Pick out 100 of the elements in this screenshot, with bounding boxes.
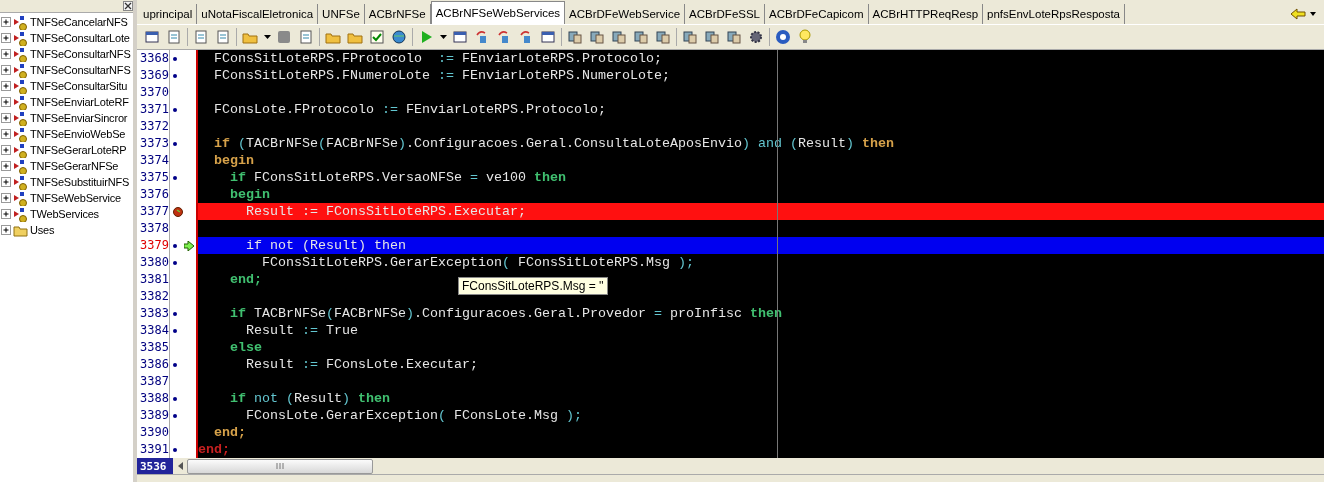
line-number: 3371 [137, 101, 170, 118]
breakpoint-dot[interactable] [173, 413, 177, 418]
globe-icon [391, 29, 407, 45]
toolbar-button[interactable] [747, 28, 765, 46]
line-number: 3374 [137, 152, 170, 169]
list-icon [298, 29, 314, 45]
tree-item[interactable]: TNFSeSubstituirNFS [0, 174, 133, 190]
line-number: 3391 [137, 441, 170, 458]
code-line: Result := True [245, 323, 358, 338]
code-line: end; [198, 442, 230, 457]
toolbar-button[interactable] [143, 28, 161, 46]
tree-item[interactable]: TNFSeConsultarNFS [0, 62, 133, 78]
tree-item[interactable]: TNFSeEnviarSincror [0, 110, 133, 126]
left-arrow-icon[interactable] [177, 462, 185, 470]
breakpoint-dot[interactable] [173, 107, 177, 112]
breakpoint-dot[interactable] [173, 311, 177, 316]
line-number: 3377 [137, 203, 170, 220]
class-icon [13, 46, 28, 62]
line-number: 3381 [137, 271, 170, 288]
class-icon [13, 30, 28, 46]
line-number: 3388 [137, 390, 170, 407]
arrow-icon [184, 240, 194, 251]
tree-item-label: TNFSeConsultarLote [30, 32, 130, 44]
expand-icon[interactable] [1, 225, 11, 235]
expand-icon[interactable] [1, 49, 11, 59]
class-icon [13, 110, 28, 126]
breakpoint-dot[interactable] [173, 243, 177, 248]
class-icon [13, 126, 28, 142]
line-number: 3372 [137, 118, 170, 135]
tree-item[interactable]: TNFSeGerarNFSe [0, 158, 133, 174]
scrollbar-thumb[interactable] [187, 458, 373, 474]
tree-item[interactable]: TNFSeGerarLoteRP [0, 142, 133, 158]
line-number: 3370 [137, 84, 170, 101]
tree-item[interactable]: TNFSeEnvioWebSe [0, 126, 133, 142]
tree-item[interactable]: TNFSeCancelarNFS [0, 14, 133, 30]
class-icon [13, 78, 28, 94]
close-button[interactable] [123, 1, 133, 11]
breakpoint-dot[interactable] [173, 328, 177, 333]
expand-icon[interactable] [1, 17, 11, 27]
code-editor[interactable] [137, 50, 1324, 458]
toolbar-button[interactable] [774, 28, 792, 46]
class-icon [13, 14, 28, 30]
line-number: 3368 [137, 50, 170, 67]
expand-icon[interactable] [1, 65, 11, 75]
expand-icon[interactable] [1, 161, 11, 171]
code-line: if FConsSitLoteRPS.VersaoNFSe = ve100 then [229, 170, 566, 185]
code-line: end; [229, 272, 262, 287]
breakpoint-dot[interactable] [173, 447, 177, 452]
tree-item-label: TNFSeSubstituirNFS [30, 176, 130, 188]
toolbar-button[interactable] [390, 28, 408, 46]
line-number: 3384 [137, 322, 170, 339]
line-number: 3378 [137, 220, 170, 237]
expand-icon[interactable] [1, 209, 11, 219]
expand-icon[interactable] [1, 33, 11, 43]
tree-item[interactable]: TWebServices [0, 206, 133, 222]
tree-item[interactable]: TNFSeConsultarSitu [0, 78, 133, 94]
line-number: 3369 [137, 67, 170, 84]
file-tab[interactable]: ACBrNFSeWebServices [430, 1, 566, 24]
expand-icon[interactable] [1, 193, 11, 203]
code-line: begin [229, 187, 270, 202]
lightbulb-icon [797, 29, 813, 45]
tree-item[interactable]: TNFSeConsultarLote [0, 30, 133, 46]
breakpoint-dot[interactable] [173, 175, 177, 180]
gutter-cell[interactable] [170, 50, 198, 67]
code-line: else [229, 340, 262, 355]
gutter-cell[interactable] [170, 441, 198, 458]
code-line: begin [213, 153, 254, 168]
tree-item[interactable]: TNFSeWebService [0, 190, 133, 206]
breakpoint-dot[interactable] [173, 396, 177, 401]
breakpoint-dot[interactable] [173, 141, 177, 146]
code-line: FConsSitLoteRPS.GerarException( FConsSitLoteRPS.Msg ); [261, 255, 694, 270]
caret-icon [439, 35, 447, 39]
tree-item[interactable]: TNFSeEnviarLoteRF [0, 94, 133, 110]
expand-icon[interactable] [1, 177, 11, 187]
code-line: if not (Result) then [229, 391, 390, 406]
breakpoint-icon[interactable] [173, 206, 183, 217]
code-line: Result := FConsSitLoteRPS.Executar; [245, 204, 526, 219]
breakpoint-dot[interactable] [173, 73, 177, 78]
breakpoint-dot[interactable] [173, 56, 177, 61]
checklist-icon [369, 29, 385, 45]
expand-icon[interactable] [1, 129, 11, 139]
expand-icon[interactable] [1, 97, 11, 107]
code-line: end; [213, 425, 246, 440]
tree-item-label: Uses [30, 224, 55, 236]
line-number: 3390 [137, 424, 170, 441]
line-number: 3382 [137, 288, 170, 305]
breakpoint-dot[interactable] [173, 260, 177, 265]
tree-item[interactable]: Uses [0, 222, 133, 238]
line-number: 3385 [137, 339, 170, 356]
tree-item[interactable]: TNFSeConsultarNFS [0, 46, 133, 62]
expand-icon[interactable] [1, 81, 11, 91]
breakpoint-dot[interactable] [173, 362, 177, 367]
class-icon [13, 158, 28, 174]
tree-item-label: TNFSeConsultarSitu [30, 80, 128, 92]
expand-icon[interactable] [1, 145, 11, 155]
expand-icon[interactable] [1, 113, 11, 123]
toolbar-button[interactable] [368, 28, 386, 46]
line-number: 3376 [137, 186, 170, 203]
line-number: 3375 [137, 169, 170, 186]
line-number: 3379 [137, 237, 170, 254]
